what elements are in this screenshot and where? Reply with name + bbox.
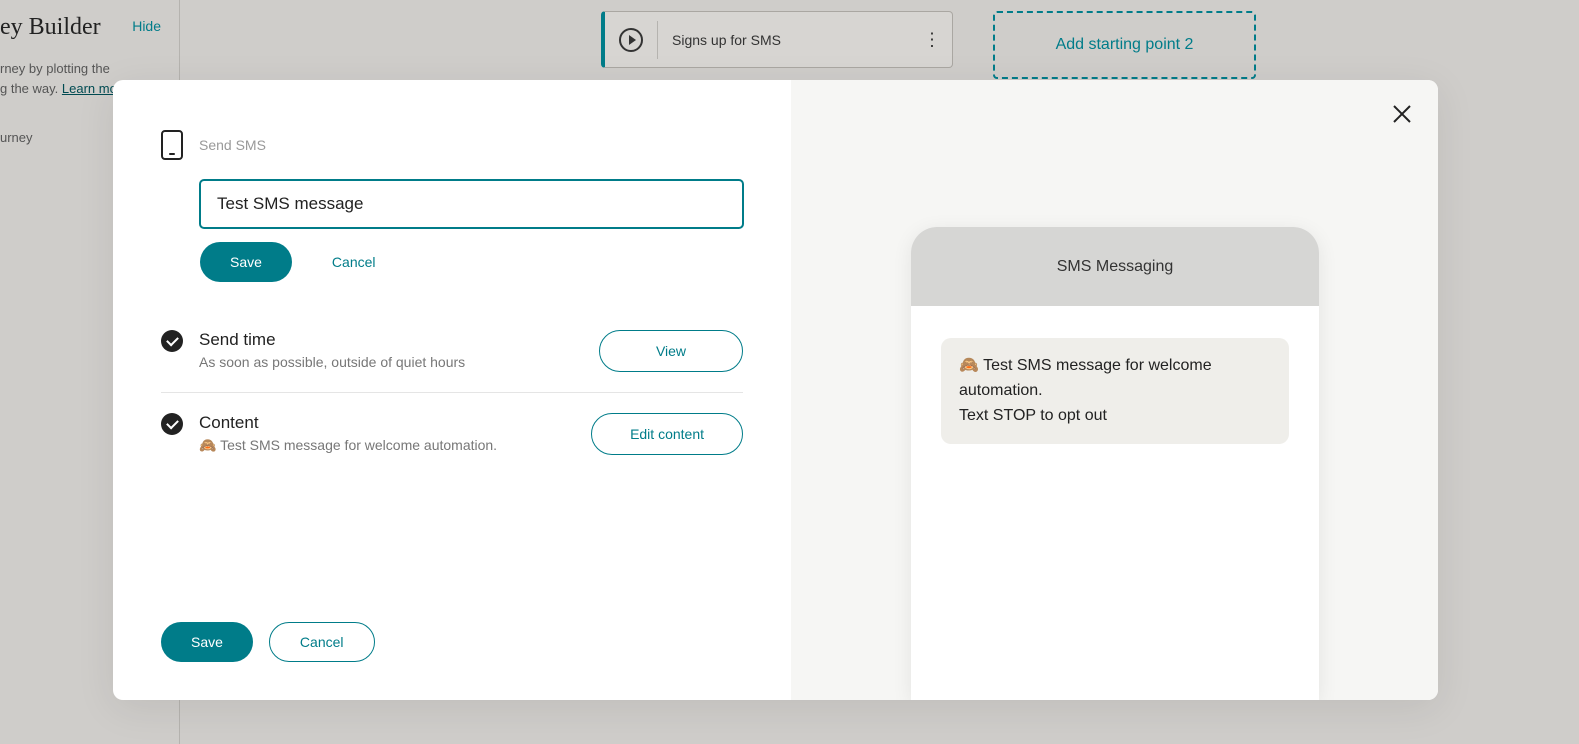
close-button[interactable] bbox=[1392, 104, 1412, 129]
hide-sidebar-link[interactable]: Hide bbox=[132, 18, 161, 34]
phone-icon bbox=[161, 130, 183, 160]
learn-more-link[interactable]: Learn mo bbox=[62, 81, 117, 96]
cancel-button[interactable]: Cancel bbox=[269, 622, 375, 662]
save-name-button[interactable]: Save bbox=[200, 242, 292, 282]
send-time-section: Send time As soon as possible, outside o… bbox=[161, 310, 743, 393]
check-icon bbox=[161, 413, 183, 435]
add-starting-point-button[interactable]: Add starting point 2 bbox=[993, 11, 1256, 79]
content-subtitle: 🙈 Test SMS message for welcome automatio… bbox=[199, 437, 591, 454]
send-time-title: Send time bbox=[199, 330, 599, 350]
journey-step-label: Signs up for SMS bbox=[672, 32, 781, 48]
check-icon bbox=[161, 330, 183, 352]
content-section: Content 🙈 Test SMS message for welcome a… bbox=[161, 393, 743, 475]
more-options-icon[interactable] bbox=[923, 29, 942, 50]
edit-content-button[interactable]: Edit content bbox=[591, 413, 743, 455]
view-send-time-button[interactable]: View bbox=[599, 330, 743, 372]
modal-footer-actions: Save Cancel bbox=[161, 622, 375, 662]
play-icon bbox=[619, 28, 643, 52]
sms-name-input[interactable] bbox=[200, 180, 743, 228]
preview-header: SMS Messaging bbox=[911, 227, 1319, 306]
close-icon bbox=[1392, 104, 1412, 124]
content-title: Content bbox=[199, 413, 591, 433]
send-sms-modal: Send SMS Save Cancel Send time As soon a… bbox=[113, 80, 1438, 700]
sms-bubble: 🙈 Test SMS message for welcome automatio… bbox=[941, 338, 1289, 444]
card-divider bbox=[657, 21, 658, 59]
journey-step-card[interactable]: Signs up for SMS bbox=[601, 11, 953, 68]
send-time-subtitle: As soon as possible, outside of quiet ho… bbox=[199, 354, 599, 370]
modal-form-panel: Send SMS Save Cancel Send time As soon a… bbox=[113, 80, 791, 700]
modal-header-label: Send SMS bbox=[199, 137, 266, 153]
modal-header: Send SMS bbox=[161, 130, 743, 160]
cancel-name-button[interactable]: Cancel bbox=[302, 242, 406, 282]
sms-phone-preview: SMS Messaging 🙈 Test SMS message for wel… bbox=[911, 227, 1319, 700]
modal-preview-panel: SMS Messaging 🙈 Test SMS message for wel… bbox=[791, 80, 1438, 700]
save-button[interactable]: Save bbox=[161, 622, 253, 662]
